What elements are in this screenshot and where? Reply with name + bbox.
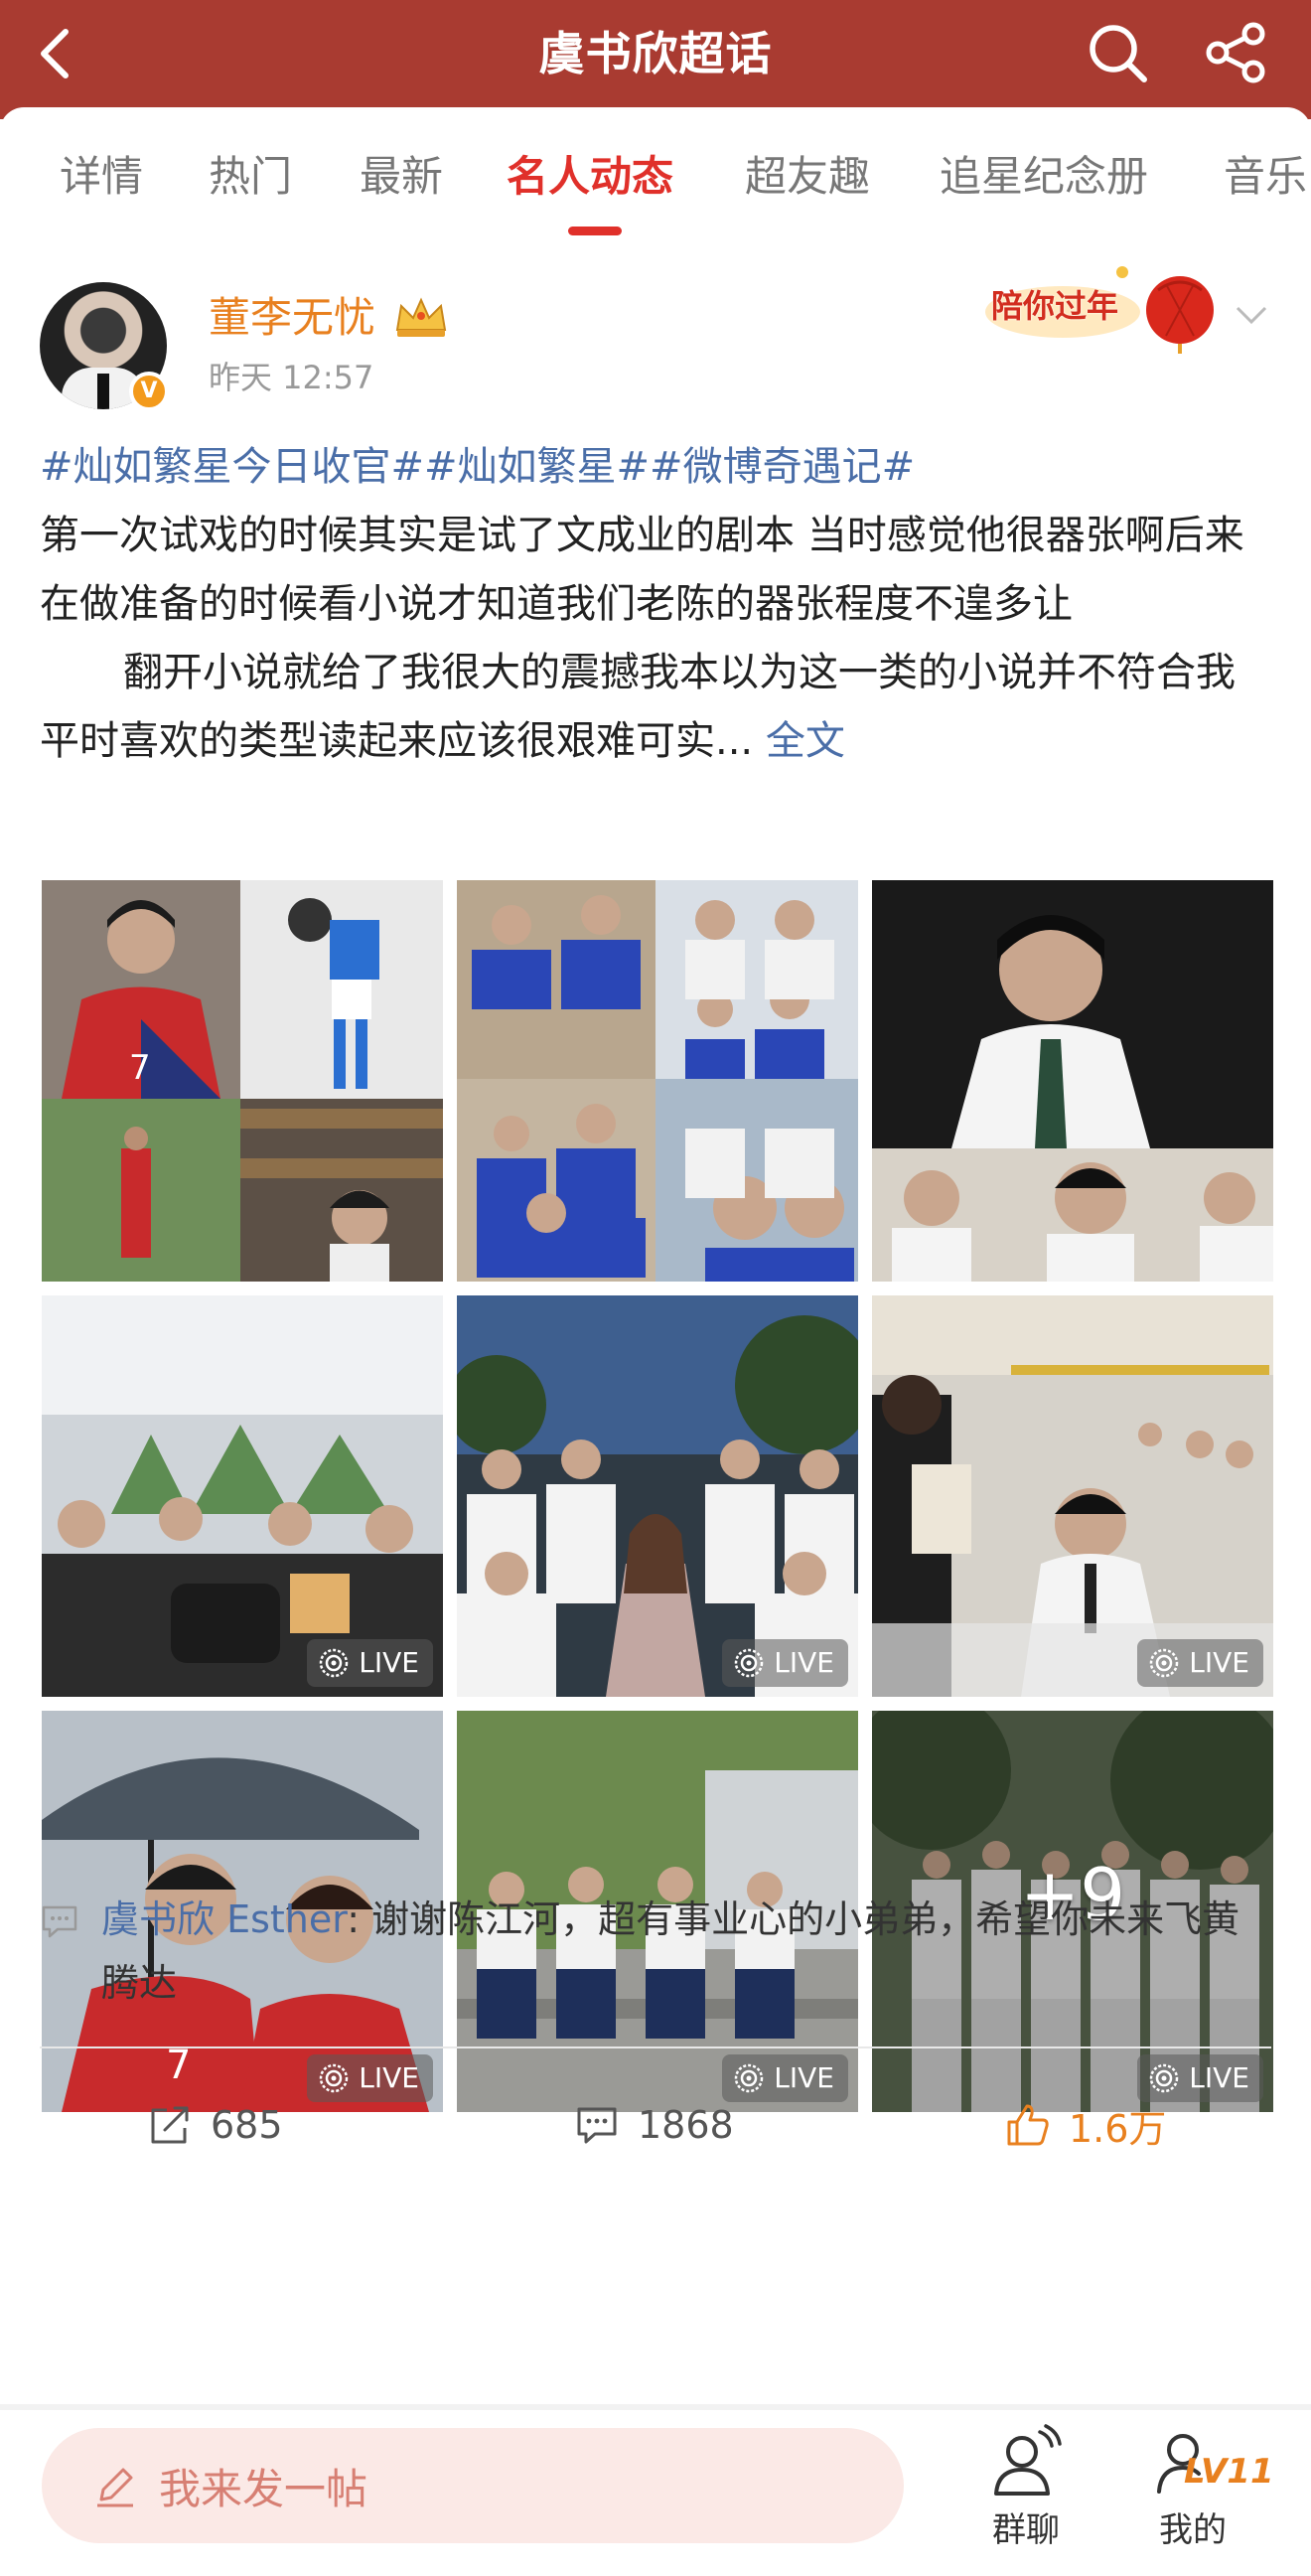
photo-canteen [872, 1295, 1273, 1697]
post-image-1[interactable]: 7 [42, 880, 443, 1282]
active-tab-indicator [568, 227, 622, 235]
photo-collage-group [457, 880, 858, 1282]
live-label: LIVE [359, 1646, 419, 1679]
compose-post-input[interactable]: 我来发一帖 [42, 2428, 904, 2543]
share-icon[interactable] [1202, 18, 1271, 87]
post-image-6[interactable]: LIVE [872, 1295, 1273, 1697]
post-content: #灿如繁星今日收官##灿如繁星##微博奇遇记# 第一次试戏的时候其实是试了文成业… [40, 433, 1271, 776]
live-photo-icon [735, 1648, 764, 1678]
tab-bar: 详情 热门 最新 名人动态 超友趣 追星纪念册 音乐 [0, 107, 1311, 254]
svg-text:7: 7 [129, 1048, 151, 1088]
live-label: LIVE [774, 1646, 834, 1679]
comment-author[interactable]: 虞书欣 Esther [101, 1897, 347, 1941]
like-button[interactable]: 1.6万 [1005, 2090, 1166, 2160]
pencil-icon [97, 2468, 133, 2507]
me-label: 我的 [1159, 2510, 1227, 2550]
search-icon[interactable] [1083, 18, 1152, 87]
promo-label: 陪你过年 [991, 287, 1119, 325]
tab-hot[interactable]: 热门 [209, 147, 292, 207]
tab-celebrity-feed[interactable]: 名人动态 [507, 147, 673, 207]
verified-badge-icon: V [129, 372, 169, 411]
live-photo-icon [1150, 1648, 1179, 1678]
group-chat-icon [994, 2424, 1062, 2496]
like-count: 1.6万 [1069, 2106, 1167, 2151]
full-text-link[interactable]: 全文 [766, 718, 845, 764]
photo-collage-soccer: 7 [42, 880, 443, 1282]
post-image-3[interactable] [872, 880, 1273, 1282]
tab-memory-album[interactable]: 追星纪念册 [940, 147, 1148, 207]
comment-text-block: 虞书欣 Esther: 谢谢陈江河，超有事业心的小弟弟，希望你未来飞黄腾达 [101, 1888, 1273, 2015]
post-image-4[interactable]: LIVE [42, 1295, 443, 1697]
repost-button[interactable]: 685 [147, 2090, 283, 2160]
post-time: 昨天 12:57 [209, 359, 374, 396]
post-actions: 685 1868 1.6万 [0, 2066, 1311, 2186]
live-badge: LIVE [1137, 1639, 1263, 1687]
thumbs-up-icon [1007, 2104, 1049, 2146]
comment-icon [577, 2107, 617, 2144]
promo-badge[interactable]: 陪你过年 [983, 254, 1232, 354]
comment-bubble-icon [42, 1905, 77, 1938]
me-button[interactable]: LV11 我的 [1138, 2422, 1274, 2571]
photo-dorm-tents [42, 1295, 443, 1697]
divider [40, 2046, 1271, 2048]
comment-count: 1868 [638, 2103, 734, 2147]
tab-latest[interactable]: 最新 [360, 147, 443, 207]
compose-placeholder: 我来发一帖 [159, 2464, 368, 2513]
post-paragraph-1: 第一次试戏的时候其实是试了文成业的剧本 当时感觉他很器张啊后来在做准备的时候看小… [40, 513, 1244, 627]
live-label: LIVE [1189, 1646, 1249, 1679]
avatar-tie [97, 374, 109, 409]
repost-count: 685 [211, 2103, 283, 2147]
tab-fan-fun[interactable]: 超友趣 [745, 147, 870, 207]
chevron-down-icon[interactable] [1232, 294, 1271, 334]
post-image-5[interactable]: LIVE [457, 1295, 858, 1697]
live-photo-icon [320, 1648, 349, 1678]
live-badge: LIVE [722, 1639, 848, 1687]
group-chat-label: 群聊 [992, 2510, 1060, 2550]
post-paragraph-2-text: 翻开小说就给了我很大的震撼我本以为这一类的小说并不符合我平时喜欢的类型读起来应该… [40, 650, 1236, 764]
crown-icon [395, 297, 447, 337]
post-image-2[interactable] [457, 880, 858, 1282]
author-name[interactable]: 董李无忧 [209, 290, 375, 346]
top-bar: 虞书欣超话 [0, 0, 1311, 119]
post-hashtags[interactable]: #灿如繁星今日收官##灿如繁星##微博奇遇记# [40, 433, 1271, 502]
post-paragraph-2: 翻开小说就给了我很大的震撼我本以为这一类的小说并不符合我平时喜欢的类型读起来应该… [40, 639, 1271, 776]
repost-icon [151, 2106, 189, 2144]
comment-button[interactable]: 1868 [574, 2090, 734, 2160]
live-badge: LIVE [307, 1639, 433, 1687]
tab-music[interactable]: 音乐 [1224, 147, 1307, 207]
bottom-bar: 我来发一帖 群聊 LV11 我的 [0, 2410, 1311, 2576]
group-chat-button[interactable]: 群聊 [971, 2422, 1081, 2571]
level-badge: LV11 [1184, 2452, 1274, 2492]
photo-classroom-portrait [872, 880, 1273, 1282]
tab-details[interactable]: 详情 [60, 147, 143, 207]
photo-group-night [457, 1295, 858, 1697]
